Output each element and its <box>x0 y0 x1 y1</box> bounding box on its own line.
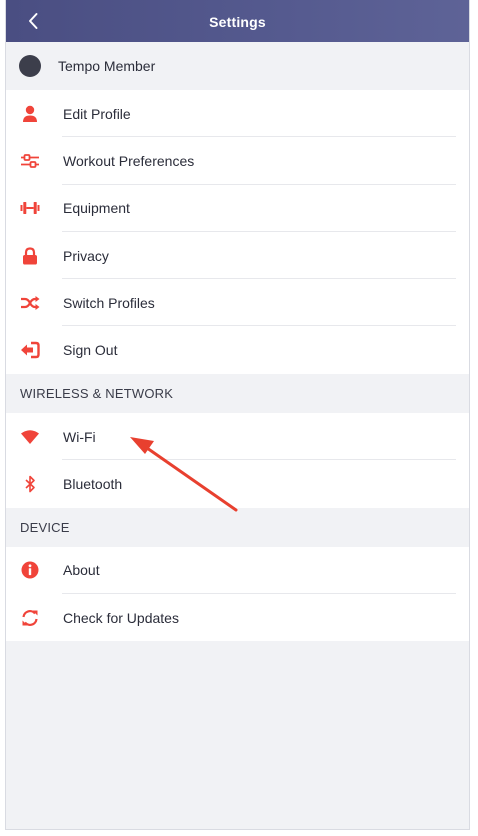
privacy-item[interactable]: Privacy <box>6 232 469 280</box>
sign-out-item[interactable]: Sign Out <box>6 326 469 373</box>
device-section-header: DEVICE <box>6 507 469 547</box>
edit-profile-label: Edit Profile <box>63 105 131 122</box>
wifi-label: Wi-Fi <box>63 428 96 445</box>
settings-screen: Settings Tempo Member Edit Profile Worko… <box>5 0 470 830</box>
about-label: About <box>63 562 100 579</box>
workout-preferences-item[interactable]: Workout Preferences <box>6 137 469 185</box>
equipment-label: Equipment <box>63 200 130 217</box>
bluetooth-label: Bluetooth <box>63 475 123 492</box>
bluetooth-item[interactable]: Bluetooth <box>6 460 469 507</box>
wireless-section-header: WIRELESS & NETWORK <box>6 374 469 413</box>
device-menu: About Check for Updates <box>6 546 469 642</box>
shuffle-icon <box>19 292 41 314</box>
avatar <box>19 55 41 77</box>
refresh-icon <box>19 607 41 629</box>
chevron-left-icon <box>29 13 38 29</box>
equipment-item[interactable]: Equipment <box>6 185 469 233</box>
check-for-updates-item[interactable]: Check for Updates <box>6 594 469 641</box>
account-menu: Edit Profile Workout Preferences Equipme… <box>6 90 469 374</box>
person-icon <box>19 103 41 125</box>
sign-out-icon <box>19 339 41 361</box>
switch-profiles-label: Switch Profiles <box>63 294 155 311</box>
workout-preferences-label: Workout Preferences <box>63 152 195 169</box>
wifi-icon <box>19 426 41 448</box>
sliders-icon <box>19 150 41 172</box>
check-for-updates-label: Check for Updates <box>63 609 179 626</box>
about-item[interactable]: About <box>6 547 469 595</box>
lock-icon <box>19 245 41 267</box>
wireless-menu: Wi-Fi Bluetooth <box>6 413 469 508</box>
switch-profiles-item[interactable]: Switch Profiles <box>6 279 469 327</box>
bluetooth-icon <box>19 473 41 495</box>
member-name: Tempo Member <box>58 58 156 74</box>
back-button[interactable] <box>16 6 50 36</box>
wifi-item[interactable]: Wi-Fi <box>6 413 469 461</box>
sign-out-label: Sign Out <box>63 342 118 359</box>
dumbbell-icon <box>19 197 41 219</box>
privacy-label: Privacy <box>63 247 109 264</box>
header-bar: Settings <box>6 0 469 42</box>
info-icon <box>19 559 41 581</box>
member-row[interactable]: Tempo Member <box>6 42 469 90</box>
edit-profile-item[interactable]: Edit Profile <box>6 90 469 138</box>
page-title: Settings <box>209 14 266 30</box>
